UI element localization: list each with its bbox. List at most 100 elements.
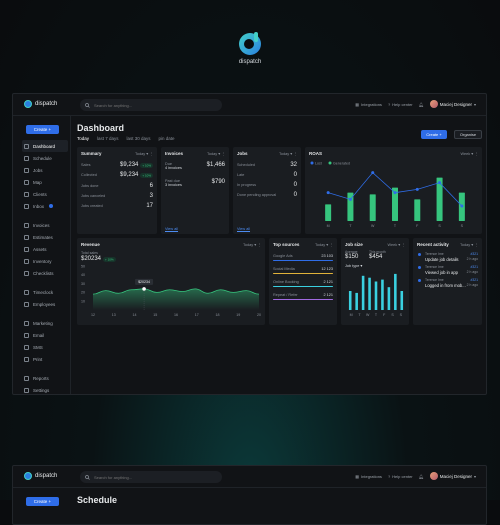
jobs-view-all-link[interactable]: View all	[237, 227, 250, 231]
sidebar-item-label: Checklists	[33, 270, 54, 276]
y-tick-label: 20	[81, 291, 85, 295]
top-sources-range-dropdown[interactable]: Today ▾ ⋮	[315, 242, 333, 247]
sidebar-item-label: Timeclock	[33, 289, 54, 295]
sidebar-item-map[interactable]: Map	[22, 176, 68, 188]
top-sources-range-label: Today	[315, 243, 326, 247]
summary-row-collected: Collected $9,234 + 10%	[81, 172, 153, 178]
roas-point	[415, 187, 419, 191]
job-id-link[interactable]: #321	[470, 278, 478, 282]
integrations-link[interactable]: ▦ Integrations	[355, 474, 382, 479]
row-value: 6	[149, 183, 153, 189]
jobs-range-dropdown[interactable]: Today ▾ ⋮	[279, 151, 297, 156]
hero-brand-name: dispatch	[238, 59, 262, 65]
help-icon: ?	[387, 101, 391, 107]
summary-card: Summary Today ▾ ⋮ Sales $9,234 + 10% Colle…	[77, 147, 157, 234]
invoices-view-all-link[interactable]: View all	[165, 227, 178, 231]
search-input[interactable]	[94, 474, 214, 480]
job-size-bar	[387, 287, 391, 310]
activity-time: 2 h ago	[466, 283, 478, 287]
tab-last-30-days[interactable]: last 30 days	[127, 136, 151, 141]
sidebar-item-label: Map	[33, 179, 42, 185]
integrations-label: Integrations	[361, 101, 382, 107]
jobs-icon	[24, 167, 29, 173]
sidebar-item-invoices[interactable]: Invoices	[22, 219, 68, 231]
bell-icon[interactable]: 🔔︎	[419, 474, 424, 479]
y-tick-label: 10	[81, 300, 85, 304]
sidebar-item-dashboard[interactable]: Dashboard	[22, 140, 68, 152]
inventory-icon	[24, 258, 29, 264]
job-size-bar	[355, 292, 358, 310]
create-widget-button[interactable]: Create +	[421, 130, 447, 139]
bell-icon[interactable]: 🔔︎	[419, 102, 424, 107]
sidebar-item-estimates[interactable]: Estimates	[22, 231, 68, 243]
row-label: Late	[237, 173, 245, 177]
activity-item[interactable]: Terence Ime Viewed job in app #321 2 h ago	[417, 265, 478, 277]
integrations-link[interactable]: ▦ Integrations	[355, 102, 382, 107]
schedule-window: dispatch ▦Integrations ?Help center 🔔︎ M…	[12, 465, 487, 525]
sidebar-item-label: Email	[33, 332, 45, 338]
create-button[interactable]: Create +	[26, 497, 59, 506]
activity-item[interactable]: Terence Ime Logged in from mob... #321 2 h …	[417, 278, 478, 290]
sidebar-item-employees[interactable]: Employees	[22, 298, 68, 310]
sidebar-item-print[interactable]: Print	[22, 353, 68, 365]
user-avatar	[418, 266, 421, 269]
activity-text: Logged in from mob...	[425, 283, 466, 288]
sidebar-item-reports[interactable]: Reports	[22, 372, 68, 384]
sidebar-item-email[interactable]: Email	[22, 329, 68, 341]
user-menu[interactable]: Maciej Designer ▾	[429, 100, 476, 108]
sidebar-item-sms[interactable]: SMS	[22, 341, 68, 353]
source-label: Google Ads	[273, 254, 293, 258]
job-id-link[interactable]: #321	[470, 265, 478, 269]
jobs-row-scheduled: Scheduled 32	[237, 162, 297, 168]
sidebar-item-clients[interactable]: Clients	[22, 188, 68, 200]
print-icon	[24, 356, 29, 362]
sidebar-item-inventory[interactable]: Inventory	[22, 255, 68, 267]
sidebar-item-schedule[interactable]: Schedule	[22, 152, 68, 164]
tab-today[interactable]: Today	[77, 136, 89, 141]
hover-point[interactable]	[142, 287, 146, 291]
source-value: 23 103	[321, 254, 333, 258]
create-button[interactable]: Create +	[26, 125, 59, 134]
sidebar-item-label: Schedule	[33, 155, 52, 161]
y-tick-label: 50	[81, 264, 85, 268]
dashboard-icon	[24, 143, 29, 149]
brand[interactable]: dispatch	[24, 100, 57, 108]
sidebar-item-settings[interactable]: Settings	[22, 384, 68, 394]
summary-range-dropdown[interactable]: Today ▾ ⋮	[135, 151, 153, 156]
invoices-icon	[24, 222, 29, 228]
sidebar-item-jobs[interactable]: Jobs	[22, 164, 68, 176]
tab-pin-date[interactable]: pin date	[159, 136, 175, 141]
job-id-link[interactable]: #321	[470, 252, 478, 256]
sidebar-item-label: Invoices	[33, 222, 50, 228]
user-name: Maciej Designer	[439, 101, 472, 107]
sidebar-item-label: Jobs	[33, 167, 43, 173]
activity-item[interactable]: Terence Ime Update job details #321 2 h ago	[417, 252, 478, 264]
help-center-link[interactable]: ? Help center	[388, 102, 413, 107]
activity-range-dropdown[interactable]: Today ▾ ⋮	[460, 242, 478, 247]
source-value: 2 121	[323, 280, 333, 284]
growth-badge: + 10%	[140, 162, 153, 168]
sidebar-item-timeclock[interactable]: Timeclock	[22, 286, 68, 298]
topbar-actions: ▦ Integrations ? Help center 🔔︎ Maciej Des…	[355, 472, 476, 480]
sidebar-item-inbox[interactable]: Inbox	[22, 200, 68, 212]
estimates-icon	[24, 234, 29, 240]
search-input[interactable]	[94, 102, 214, 108]
employees-icon	[24, 301, 29, 307]
user-menu[interactable]: Maciej Designer ▾	[429, 472, 476, 480]
search-bar[interactable]	[80, 471, 222, 483]
help-center-link[interactable]: ? Help center	[388, 474, 413, 479]
brand[interactable]: dispatch	[24, 472, 57, 480]
row-label: Collected	[81, 173, 97, 177]
chevron-down-icon: ▾	[473, 473, 476, 479]
sidebar-item-checklists[interactable]: Checklists	[22, 267, 68, 279]
search-bar[interactable]	[80, 99, 222, 111]
organise-button[interactable]: Organise	[454, 130, 482, 139]
jobs-row-pending: Done pending approval 0	[237, 192, 297, 198]
inbox-icon	[24, 203, 29, 209]
sidebar-item-assets[interactable]: Assets	[22, 243, 68, 255]
y-tick-label: 40	[81, 273, 85, 277]
row-label: Jobs canceled	[81, 194, 106, 198]
sidebar-item-marketing[interactable]: Marketing	[22, 317, 68, 329]
tab-last-7-days[interactable]: last 7 days	[97, 136, 119, 141]
invoices-range-dropdown[interactable]: Today ▾ ⋮	[207, 151, 225, 156]
